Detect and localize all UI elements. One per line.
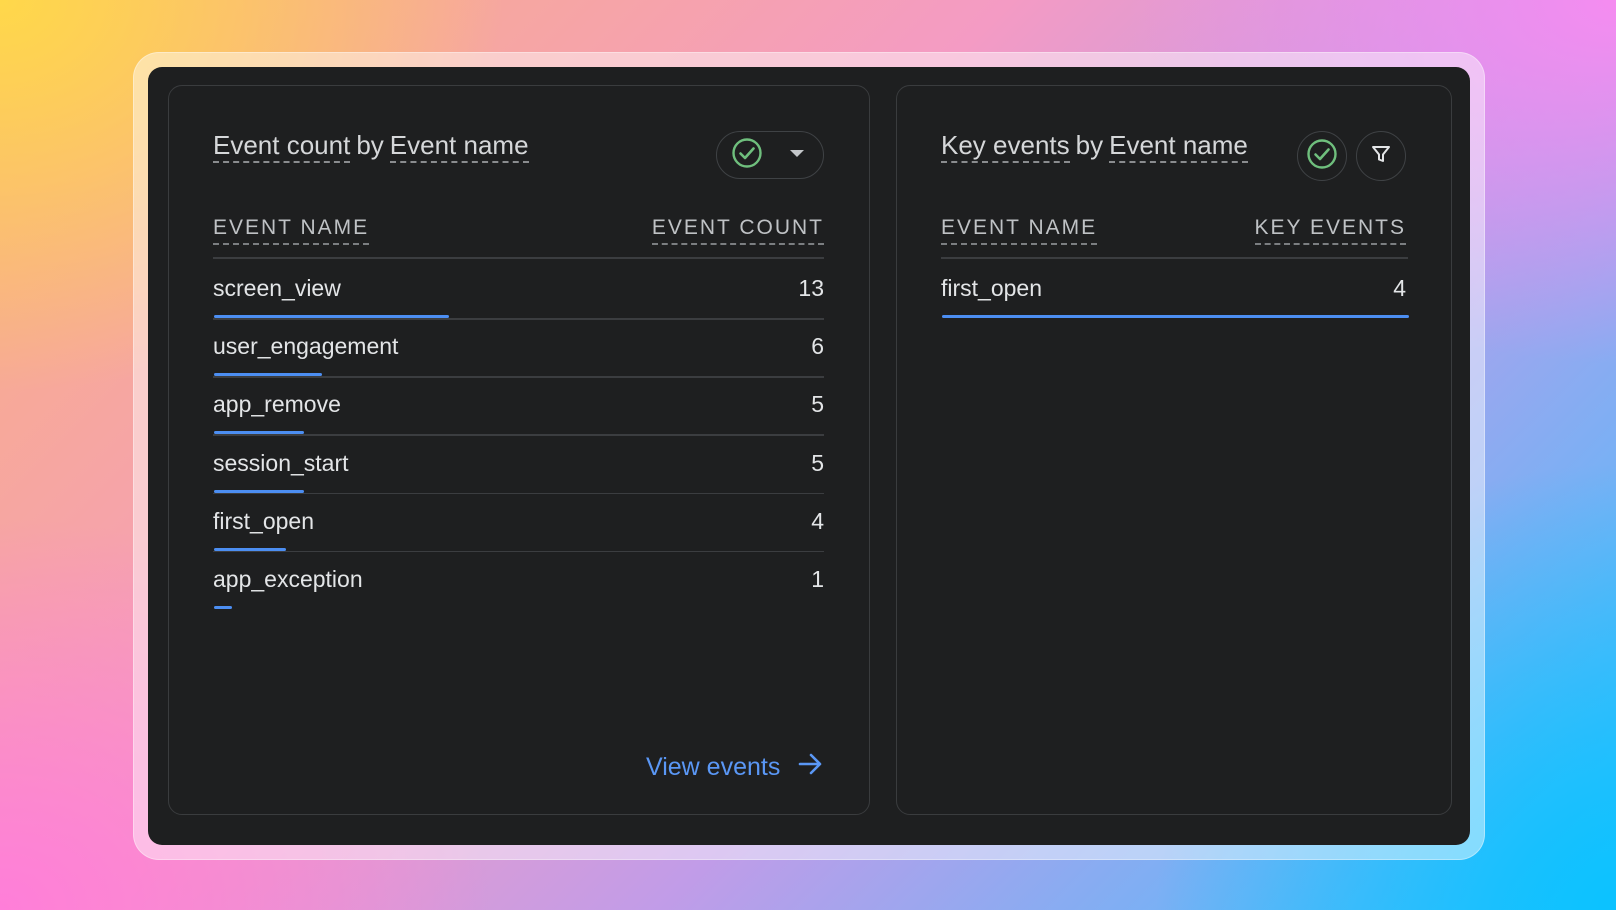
row-event-name: screen_view: [213, 275, 341, 301]
row-event-value: 13: [798, 275, 824, 301]
column-header-event-name[interactable]: EVENT NAME: [941, 216, 1098, 245]
row-proportion-bar: [214, 606, 232, 609]
row-divider: [213, 492, 824, 495]
header-divider: [941, 257, 1408, 259]
event-count-card-title: Event count by Event name: [213, 130, 529, 163]
row-event-name: session_start: [213, 449, 349, 476]
title-metric[interactable]: Event count: [213, 130, 351, 163]
title-by: by: [1075, 130, 1104, 160]
header-divider: [213, 257, 824, 259]
check-circle-icon: [731, 137, 763, 174]
insights-status-dropdown[interactable]: [716, 131, 824, 179]
row-event-value: 5: [811, 391, 824, 418]
row-divider: [213, 434, 824, 436]
column-header-key-events[interactable]: KEY EVENTS: [1254, 216, 1406, 245]
row-proportion-bar: [942, 315, 1409, 318]
row-event-name: first_open: [213, 507, 315, 534]
row-event-name: app_exception: [213, 566, 363, 592]
filter-button[interactable]: [1356, 131, 1406, 181]
column-header-event-count[interactable]: EVENT COUNT: [651, 216, 824, 245]
row-event-value: 5: [811, 449, 824, 476]
row-event-value: 1: [811, 566, 824, 592]
row-divider: [213, 376, 824, 378]
title-dimension[interactable]: Event name: [1109, 130, 1248, 163]
title-metric[interactable]: Key events: [941, 130, 1070, 163]
key-events-card-title: Key events by Event name: [941, 130, 1248, 163]
insights-status-button[interactable]: [1297, 131, 1347, 181]
view-events-label: View events: [646, 753, 781, 781]
row-event-name: user_engagement: [213, 333, 399, 360]
row-event-value: 4: [811, 507, 824, 534]
row-divider: [213, 550, 824, 553]
row-event-name: app_remove: [213, 391, 341, 418]
caret-down-icon: [789, 146, 805, 164]
column-header-event-name[interactable]: EVENT NAME: [213, 216, 370, 245]
view-events-link[interactable]: View events: [646, 752, 824, 783]
row-event-value: 4: [1393, 275, 1406, 301]
key-events-card: [896, 85, 1452, 815]
row-divider: [213, 318, 824, 320]
arrow-right-icon: [798, 752, 824, 783]
title-dimension[interactable]: Event name: [389, 130, 529, 163]
title-by: by: [356, 130, 384, 160]
check-circle-icon: [1306, 138, 1338, 175]
row-event-value: 6: [811, 333, 824, 360]
row-event-name: first_open: [941, 275, 1043, 301]
filter-icon: [1371, 144, 1391, 169]
